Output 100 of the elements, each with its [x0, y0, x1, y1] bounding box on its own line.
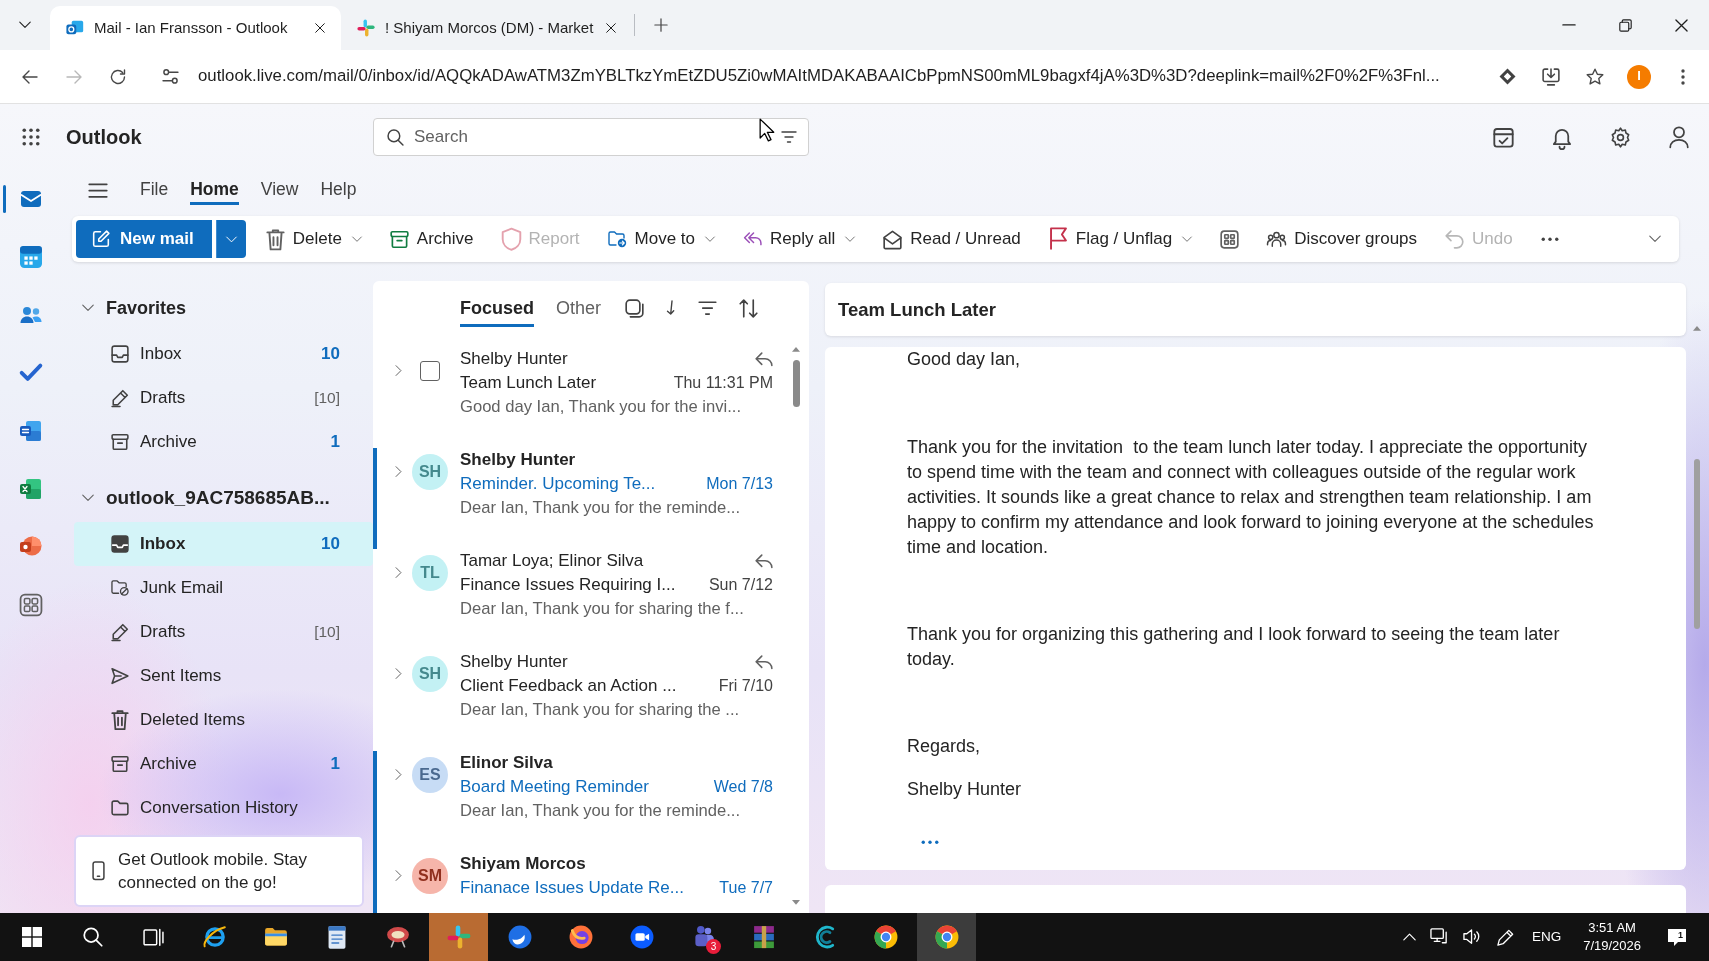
grid-icon[interactable] [1220, 229, 1240, 249]
folder-section-header[interactable]: outlook_9AC758685AB... [72, 474, 372, 522]
close-icon[interactable] [315, 23, 325, 33]
app-launcher-icon[interactable] [22, 128, 40, 146]
close-icon[interactable] [606, 23, 616, 33]
close-icon[interactable] [1674, 18, 1688, 32]
books-icon[interactable] [752, 924, 775, 950]
restore-icon[interactable] [1618, 18, 1632, 32]
new-tab-icon[interactable] [654, 18, 668, 32]
browser-tab[interactable]: Mail - Ian Fransson - Outlook [50, 6, 341, 50]
diamond-icon[interactable] [1498, 68, 1516, 85]
arrow-down-icon[interactable] [666, 300, 677, 316]
bird-icon[interactable] [507, 925, 532, 949]
folder-item[interactable]: Inbox 10 [74, 332, 373, 376]
ribbon-tab[interactable]: Help [309, 170, 368, 210]
video-camera-icon[interactable] [629, 925, 654, 949]
ribbon-tab[interactable]: File [129, 170, 180, 210]
select-checkbox[interactable] [420, 361, 440, 381]
slides-app-icon[interactable] [20, 536, 42, 558]
discover-groups-button[interactable]: Discover groups [1255, 221, 1430, 257]
message-item[interactable]: ES Elinor Silva Board Meeting Reminder Wed 7/8 Dear Ian, Thank you for the reminde... [373, 751, 789, 852]
chevron-right-icon[interactable] [394, 365, 402, 377]
search-icon[interactable] [82, 927, 103, 947]
new-mail-button[interactable]: New mail [76, 220, 212, 258]
menu-icon[interactable] [88, 182, 108, 198]
folder-section-header[interactable]: Favorites [72, 284, 372, 332]
network-icon[interactable] [1429, 928, 1449, 946]
calendar-check-icon[interactable] [1493, 126, 1514, 148]
more-icon[interactable] [1681, 68, 1685, 85]
reply-all-button[interactable]: Reply all [731, 221, 868, 257]
fox-icon[interactable] [568, 925, 593, 949]
message-item[interactable]: SH Shelby Hunter Reminder. Upcoming Te... Mon 7/13 Dear Ian, Thank you for the reminde... [373, 448, 789, 549]
new-mail-menu-button[interactable] [215, 220, 246, 258]
delete-button[interactable]: Delete [253, 221, 374, 257]
select-all-icon[interactable] [625, 298, 645, 318]
scrollbar-thumb[interactable] [792, 359, 800, 407]
ribbon-tab[interactable]: View [249, 170, 310, 210]
chevron-up-icon[interactable] [1402, 932, 1416, 942]
chevron-right-icon[interactable] [394, 769, 402, 781]
envelope-icon[interactable] [20, 190, 42, 208]
spreadsheet-app-icon[interactable] [20, 479, 42, 499]
back-icon[interactable] [22, 69, 38, 84]
minimize-icon[interactable] [1562, 24, 1576, 26]
document-app-icon[interactable] [20, 421, 42, 441]
site-settings-icon[interactable] [161, 69, 179, 84]
pen-icon[interactable] [1495, 927, 1515, 947]
filter-icon[interactable] [781, 131, 797, 143]
chevron-right-icon[interactable] [394, 870, 402, 882]
folder-item[interactable]: Junk Email [74, 566, 373, 610]
taskbar-button[interactable] [917, 913, 976, 961]
chevron-down-icon[interactable] [1649, 235, 1661, 243]
apps-icon[interactable] [20, 594, 42, 616]
move-to-button[interactable]: Move to [595, 221, 728, 257]
reload-icon[interactable] [110, 68, 126, 85]
dish-app-icon[interactable] [385, 926, 410, 948]
chevron-right-icon[interactable] [394, 466, 402, 478]
archive-button[interactable]: Archive [377, 221, 486, 257]
settings-icon[interactable] [1610, 126, 1631, 148]
person-icon[interactable] [1669, 125, 1689, 149]
notification-icon[interactable] [1667, 927, 1687, 947]
folder-item[interactable]: Archive 1 [74, 420, 373, 464]
checkmark-icon[interactable] [20, 364, 42, 382]
volume-icon[interactable] [1462, 929, 1482, 945]
folder-item[interactable]: Drafts [10] [74, 610, 373, 654]
flag-button[interactable]: Flag / Unflag [1036, 221, 1205, 257]
more-icon[interactable] [1540, 236, 1559, 242]
notepad-icon[interactable] [327, 924, 346, 950]
read-unread-button[interactable]: Read / Unread [871, 221, 1033, 257]
more-icon[interactable] [921, 840, 939, 845]
filter-icon[interactable] [698, 300, 718, 316]
crescent-icon[interactable] [813, 924, 836, 950]
windows-logo-icon[interactable] [21, 927, 42, 947]
message-item[interactable]: SH Shelby Hunter Client Feedback an Action ... Fri 7/10 Dear Ian, Thank you for sharing the ... [373, 650, 789, 751]
input-language[interactable]: ENG [1521, 928, 1572, 946]
e-browser-icon[interactable] [202, 925, 227, 949]
scroll-up-icon[interactable] [1693, 326, 1701, 331]
sort-icon[interactable] [739, 298, 759, 318]
folder-item[interactable]: Archive 1 [74, 742, 373, 786]
task-view-icon[interactable] [143, 927, 164, 947]
promo-card[interactable]: Get Outlook mobile. Stay connected on the go! [74, 835, 364, 907]
browser-tab[interactable]: ! Shiyam Morcos (DM) - Market [341, 6, 632, 50]
download-icon[interactable] [1542, 67, 1560, 86]
address-field[interactable]: outlook.live.com/mail/0/inbox/id/AQQkADAwATM3ZmYBLTkzYmEtZDU5Zi0wMAItMDAKABAAICbPpmNS00mML9bagxf4jA%3D%3D?deeplink=mail%2F0%2F%3Fnl... [198, 66, 1440, 87]
scroll-up-icon[interactable] [792, 347, 800, 352]
scrollbar-thumb[interactable] [1694, 458, 1700, 629]
tricolor-circle-icon[interactable] [873, 925, 898, 949]
message-item[interactable]: Shelby Hunter Team Lunch Later Thu 11:31 PM Good day Ian, Thank you for the invi... [373, 347, 789, 448]
inbox-tab[interactable]: Other [549, 286, 609, 330]
folder-item[interactable]: Sent Items [74, 654, 373, 698]
search-field[interactable]: Search [373, 118, 809, 156]
folder-item[interactable]: Conversation History [74, 786, 373, 830]
chevron-right-icon[interactable] [394, 668, 402, 680]
scroll-down-icon[interactable] [792, 900, 800, 905]
folder-item[interactable]: Deleted Items [74, 698, 373, 742]
folder-icon[interactable] [263, 927, 288, 947]
message-item[interactable]: TL Tamar Loya; Elinor Silva Finance Issues Requiring I... Sun 7/12 Dear Ian, Thank you for sharing the f... [373, 549, 789, 650]
calendar-icon[interactable] [20, 246, 42, 268]
people-icon[interactable] [20, 306, 42, 324]
folder-item[interactable]: Drafts [10] [74, 376, 373, 420]
chevron-right-icon[interactable] [394, 567, 402, 579]
